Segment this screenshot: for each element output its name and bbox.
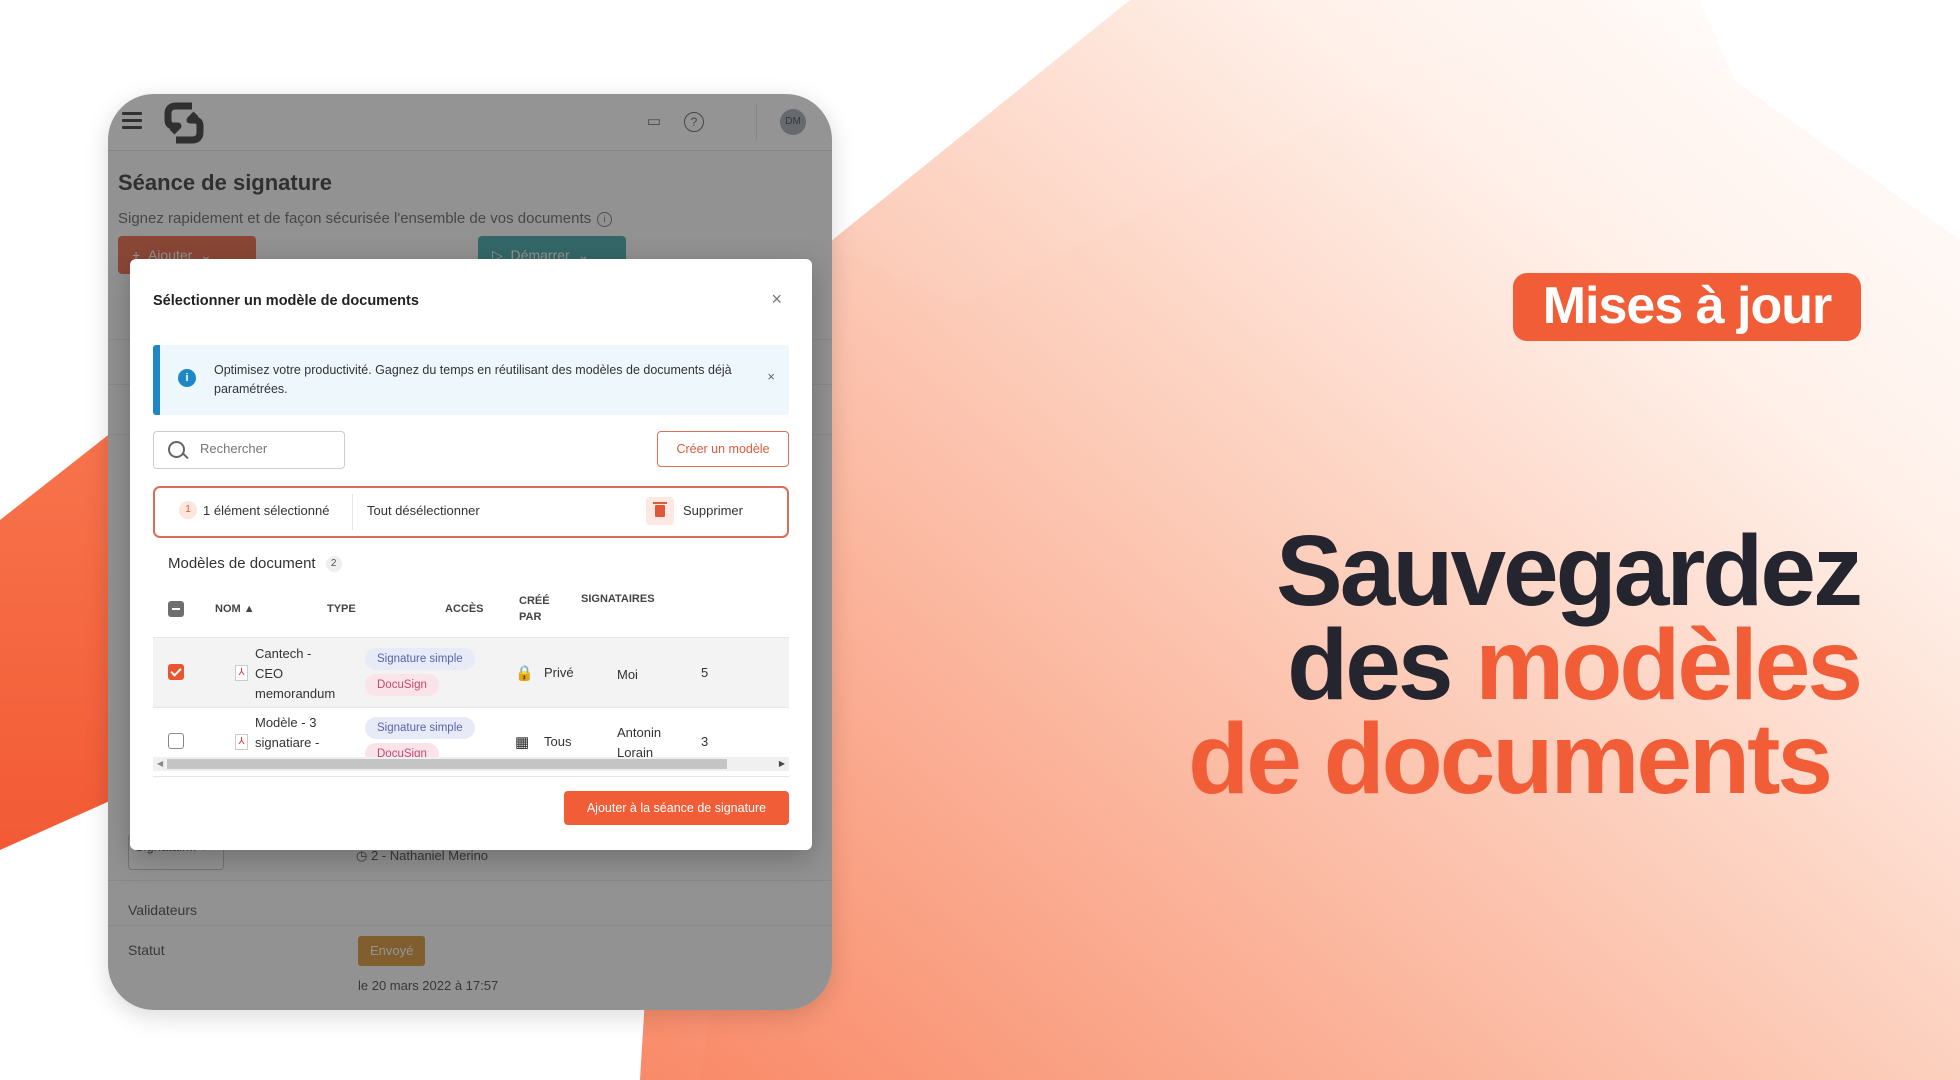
orange-left-shape [0, 432, 112, 850]
column-created-by-line2: PAR [519, 611, 542, 623]
list-count-badge: 2 [325, 556, 342, 573]
close-icon[interactable]: × [771, 289, 782, 310]
selection-count-badge: 1 [179, 501, 197, 519]
name-line: Modèle - 3 [255, 715, 317, 730]
column-header-signers: SIGNATAIRES [581, 593, 655, 605]
access-value: Tous [544, 734, 572, 749]
search-field[interactable] [153, 431, 345, 469]
pdf-file-icon: ⅄ [235, 665, 248, 681]
promo-headline: Sauvegardez des modèles de documents [1188, 515, 1863, 815]
name-line: signatiare - [255, 735, 320, 750]
row-checkbox[interactable] [168, 733, 184, 749]
headline-line-1: Sauvegardez [1276, 515, 1863, 627]
type-tag-docusign: DocuSign [365, 674, 439, 696]
headline-line-2: des modèles [1188, 615, 1863, 715]
name-line: CEO [255, 666, 284, 681]
created-by-line: Moi [617, 667, 638, 682]
access-value: Privé [544, 665, 574, 680]
trash-icon[interactable] [646, 497, 674, 525]
signers-count: 3 [701, 734, 709, 749]
scrollbar-thumb[interactable] [167, 759, 727, 769]
column-header-access: ACCÈS [445, 603, 484, 615]
search-icon [168, 441, 185, 458]
column-header-created-by: CRÉÉ PAR [519, 593, 550, 625]
updates-badge: Mises à jour [1513, 273, 1861, 341]
type-tag-signature-simple: Signature simple [365, 717, 475, 739]
selection-divider [352, 494, 353, 530]
select-template-modal: Sélectionner un modèle de documents × i … [130, 259, 812, 850]
alert-close-icon[interactable]: × [767, 369, 775, 384]
create-template-button[interactable]: Créer un modèle [657, 431, 789, 467]
deselect-all-button[interactable]: Tout désélectionner [367, 503, 480, 518]
row-checkbox[interactable] [168, 664, 184, 680]
column-header-name[interactable]: NOM ▲ [215, 603, 255, 615]
search-input[interactable] [198, 440, 332, 457]
scroll-right-arrow-icon[interactable]: ▶ [779, 759, 785, 768]
sort-ascending-icon: ▲ [243, 603, 255, 615]
info-icon: i [178, 369, 196, 387]
scroll-left-arrow-icon[interactable]: ◀ [157, 759, 163, 768]
delete-button[interactable]: Supprimer [683, 503, 743, 518]
type-tag-signature-simple: Signature simple [365, 648, 475, 670]
column-name-label: NOM [215, 603, 241, 615]
info-alert: i Optimisez votre productivité. Gagnez d… [153, 345, 789, 415]
template-name: Cantech - CEO memorandum [255, 644, 345, 704]
list-title-text: Modèles de document [168, 555, 316, 572]
created-by: Moi [617, 665, 638, 685]
name-line: memorandum [255, 686, 336, 701]
signers-count: 5 [701, 665, 709, 680]
lock-icon: 🔒 [515, 665, 534, 682]
table-header: NOM ▲ TYPE ACCÈS CRÉÉ PAR SIGNATAIRES [153, 581, 789, 638]
headline-line-3: de documents [1188, 703, 1833, 815]
column-header-type: TYPE [327, 603, 356, 615]
building-icon: ▦ [515, 734, 530, 751]
pdf-file-icon: ⅄ [235, 734, 248, 750]
alert-text: Optimisez votre productivité. Gagnez du … [214, 363, 732, 396]
table-row[interactable]: ⅄ Cantech - CEO memorandum Signature sim… [153, 638, 789, 708]
select-all-checkbox[interactable] [168, 601, 184, 617]
modal-title: Sélectionner un modèle de documents [153, 293, 419, 309]
add-to-session-button[interactable]: Ajouter à la séance de signature [564, 791, 789, 825]
selection-text: 1 élément sélectionné [203, 503, 330, 518]
name-line: Cantech - [255, 646, 312, 661]
created-by-line: Antonin [617, 725, 662, 740]
horizontal-scrollbar[interactable]: ◀ ▶ [153, 757, 789, 771]
app-window: ▭ ? DM Séance de signature Signez rapide… [108, 94, 832, 1010]
selection-bar: 1 1 élément sélectionné Tout désélection… [153, 486, 789, 538]
column-created-by-line1: CRÉÉ [519, 595, 550, 607]
list-title: Modèles de document 2 [168, 555, 342, 573]
